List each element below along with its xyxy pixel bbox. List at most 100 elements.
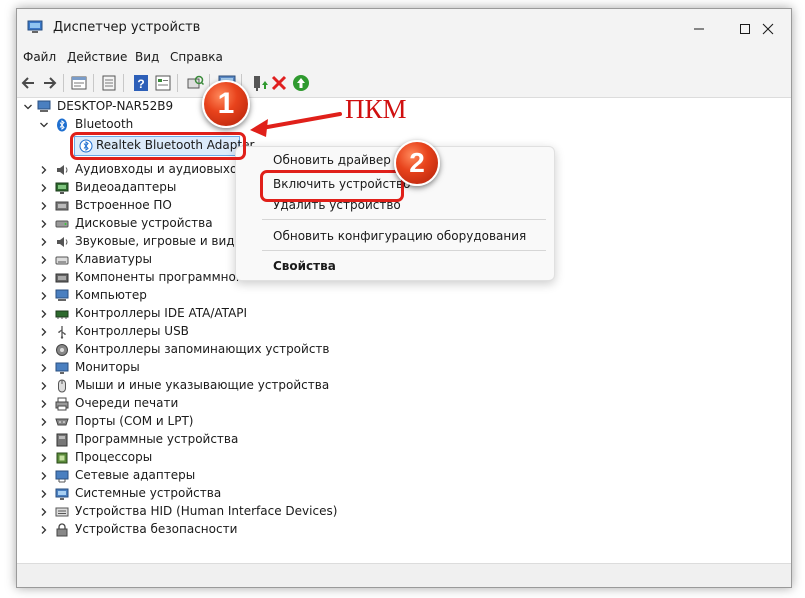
minimize-button[interactable]: [676, 9, 722, 47]
mouse-icon: [58, 379, 66, 393]
display-adapter-icon: [55, 182, 69, 194]
device-manager-app-icon: [27, 20, 43, 33]
category-label[interactable]: Сетевые адаптеры: [75, 468, 195, 482]
computer-icon: [37, 100, 51, 112]
update-driver-icon[interactable]: [249, 73, 269, 93]
menu-view[interactable]: Вид: [135, 50, 159, 64]
category-label[interactable]: Компьютер: [75, 288, 147, 302]
chevron-right-icon[interactable]: [39, 237, 49, 247]
context-separator: [262, 250, 546, 251]
menu-help[interactable]: Справка: [170, 50, 223, 64]
monitor-icon: [55, 362, 69, 374]
back-icon[interactable]: [19, 73, 39, 93]
chevron-right-icon[interactable]: [39, 255, 49, 265]
chevron-down-icon[interactable]: [39, 120, 49, 130]
toolbar-separator: [93, 74, 94, 92]
close-button[interactable]: [745, 9, 791, 47]
storage-controller-icon: [56, 344, 68, 356]
sound-device-icon: [57, 237, 68, 247]
highlight-enable-device: [260, 170, 404, 202]
help-icon[interactable]: ?: [131, 73, 151, 93]
category-label[interactable]: Контроллеры USB: [75, 324, 189, 338]
category-label[interactable]: Устройства безопасности: [75, 522, 237, 536]
category-label[interactable]: Устройства HID (Human Interface Devices): [75, 504, 337, 518]
chevron-right-icon[interactable]: [39, 453, 49, 463]
toolbar-separator: [177, 74, 178, 92]
chevron-right-icon[interactable]: [39, 165, 49, 175]
chevron-right-icon[interactable]: [39, 309, 49, 319]
context-scan-hardware[interactable]: Обновить конфигурацию оборудования: [273, 229, 526, 243]
category-label[interactable]: Встроенное ПО: [75, 198, 172, 212]
chevron-right-icon[interactable]: [39, 435, 49, 445]
callout-2: 2: [394, 140, 440, 186]
menu-bar: Файл Действие Вид Справка: [17, 47, 791, 69]
category-label[interactable]: Мониторы: [75, 360, 140, 374]
category-label[interactable]: Контроллеры IDE ATA/ATAPI: [75, 306, 247, 320]
chevron-right-icon[interactable]: [39, 327, 49, 337]
scan-hardware-icon[interactable]: [185, 73, 205, 93]
software-device-icon: [56, 433, 68, 447]
chevron-right-icon[interactable]: [39, 417, 49, 427]
menu-action[interactable]: Действие: [67, 50, 127, 64]
callout-1: 1: [202, 80, 250, 128]
resource-view-icon[interactable]: [153, 73, 173, 93]
minimize-icon: [694, 28, 704, 29]
category-label[interactable]: Клавиатуры: [75, 252, 152, 266]
uninstall-icon[interactable]: [269, 73, 289, 93]
status-bar: [17, 563, 791, 587]
chevron-right-icon[interactable]: [39, 345, 49, 355]
chevron-right-icon[interactable]: [39, 219, 49, 229]
chevron-right-icon[interactable]: [39, 525, 49, 535]
context-separator: [262, 219, 546, 220]
category-label[interactable]: Аудиовходы и аудиовыходы: [75, 162, 255, 176]
security-device-icon: [56, 523, 68, 537]
toolbar-separator: [123, 74, 124, 92]
category-label[interactable]: Очереди печати: [75, 396, 178, 410]
forward-icon[interactable]: [39, 73, 59, 93]
menu-file[interactable]: Файл: [23, 50, 56, 64]
software-component-icon: [55, 273, 69, 283]
disk-drive-icon: [55, 220, 69, 228]
chevron-right-icon[interactable]: [39, 489, 49, 499]
chevron-right-icon[interactable]: [39, 183, 49, 193]
context-update-driver[interactable]: Обновить драйвер: [273, 153, 391, 167]
enable-icon[interactable]: [291, 73, 311, 93]
highlight-selected-device: [70, 132, 246, 160]
toolbar-separator: [63, 74, 64, 92]
tree-root-label[interactable]: DESKTOP-NAR52B9: [57, 99, 173, 113]
category-label[interactable]: Системные устройства: [75, 486, 221, 500]
category-label[interactable]: Видеоадаптеры: [75, 180, 176, 194]
chevron-right-icon[interactable]: [39, 471, 49, 481]
category-bluetooth-label[interactable]: Bluetooth: [75, 117, 133, 131]
category-label[interactable]: Программные устройства: [75, 432, 238, 446]
printer-icon: [55, 397, 69, 411]
category-label[interactable]: Дисковые устройства: [75, 216, 213, 230]
hidden-devices-icon[interactable]: [99, 73, 119, 93]
chevron-right-icon[interactable]: [39, 291, 49, 301]
category-label[interactable]: Компоненты программного: [75, 270, 249, 284]
context-properties[interactable]: Свойства: [273, 259, 336, 273]
firmware-icon: [55, 201, 69, 211]
chevron-right-icon[interactable]: [39, 507, 49, 517]
close-icon: [762, 23, 774, 34]
annotation-pkm-label: ПКМ: [345, 94, 407, 124]
svg-text:?: ?: [137, 77, 144, 91]
chevron-right-icon[interactable]: [39, 399, 49, 409]
hid-icon: [55, 507, 69, 517]
title-bar: Диспетчер устройств: [17, 9, 791, 47]
chevron-right-icon[interactable]: [39, 273, 49, 283]
port-icon: [55, 418, 69, 426]
network-adapter-icon: [55, 470, 69, 483]
chevron-right-icon[interactable]: [39, 201, 49, 211]
chevron-right-icon[interactable]: [39, 381, 49, 391]
processor-icon: [56, 452, 68, 464]
category-label[interactable]: Порты (COM и LPT): [75, 414, 193, 428]
category-label[interactable]: Процессоры: [75, 450, 152, 464]
properties-icon[interactable]: [69, 73, 89, 93]
category-label[interactable]: Мыши и иные указывающие устройства: [75, 378, 329, 392]
chevron-down-icon[interactable]: [23, 102, 33, 112]
system-device-icon: [55, 488, 69, 500]
category-label[interactable]: Контроллеры запоминающих устройств: [75, 342, 329, 356]
chevron-right-icon[interactable]: [39, 363, 49, 373]
category-label[interactable]: Звуковые, игровые и видеоу: [75, 234, 256, 248]
